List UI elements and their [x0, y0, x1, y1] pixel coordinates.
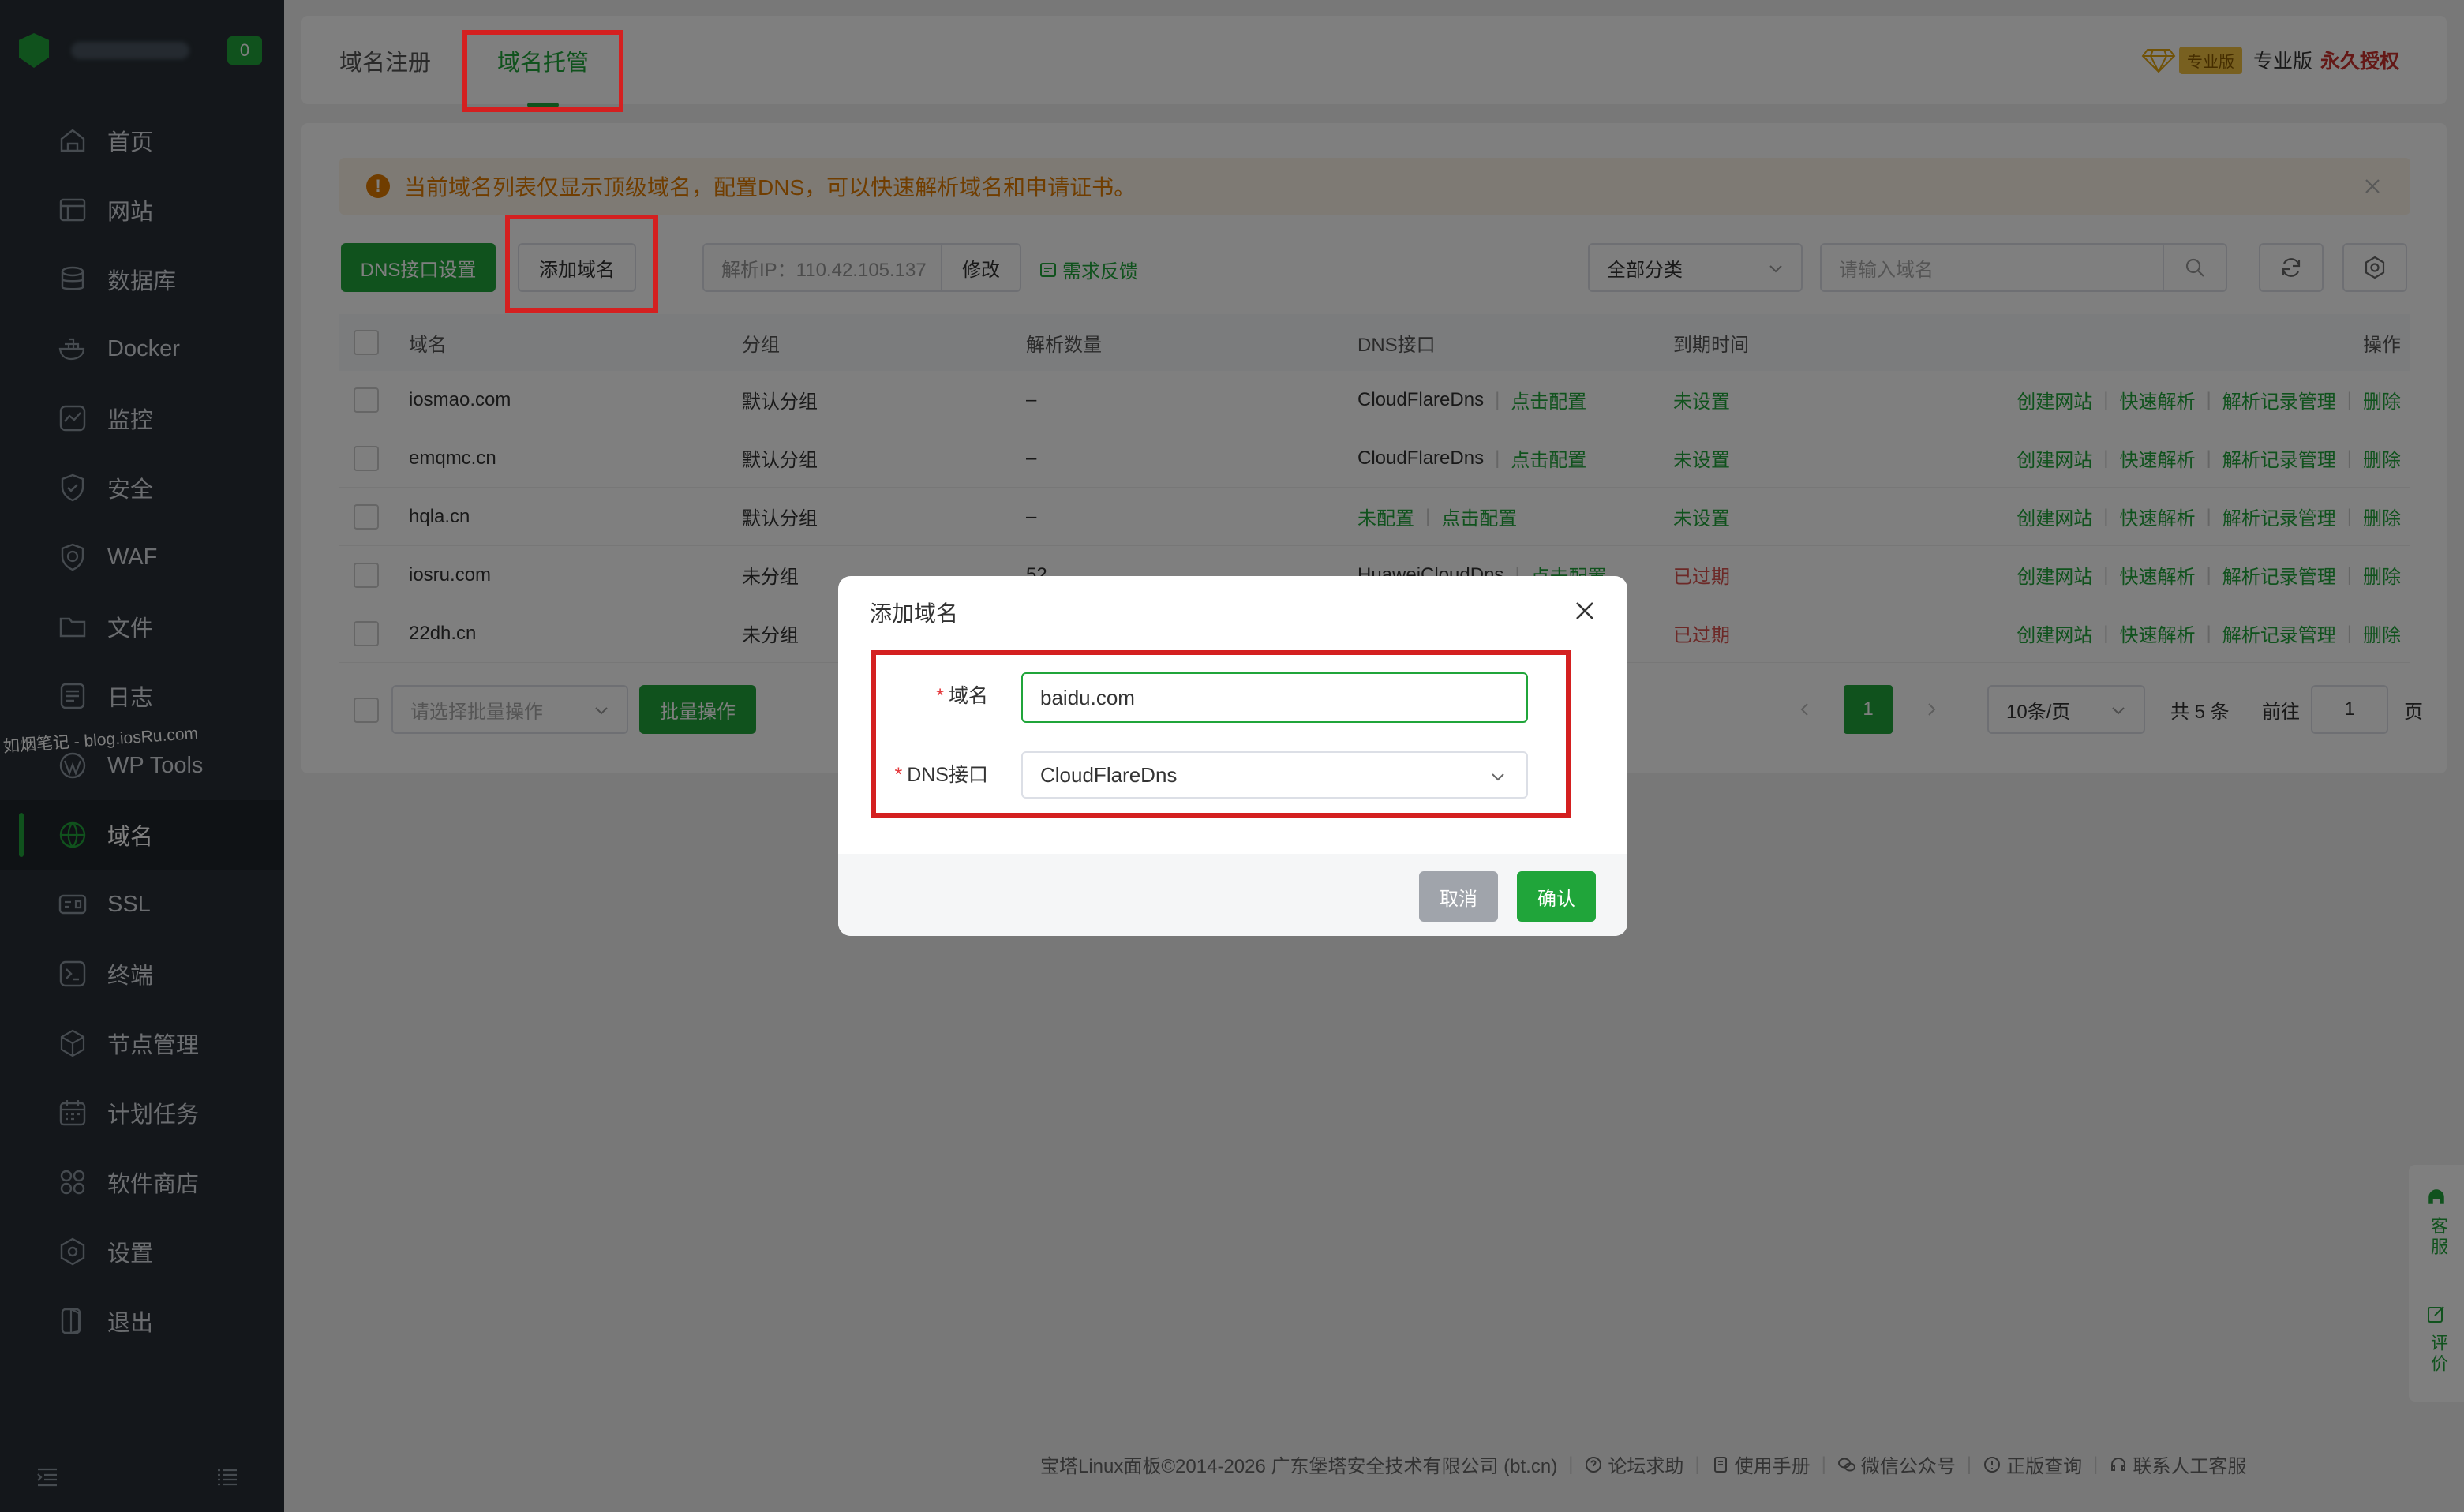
dialog-footer: 取消 确认: [838, 854, 1627, 936]
highlight-box-form: [871, 650, 1571, 818]
highlight-box-tab: [462, 30, 623, 112]
confirm-button[interactable]: 确认: [1517, 871, 1596, 922]
highlight-box-add-domain: [505, 215, 658, 313]
dialog-title: 添加域名: [870, 601, 959, 626]
cancel-button[interactable]: 取消: [1419, 871, 1498, 922]
close-icon[interactable]: [1571, 597, 1599, 625]
add-domain-dialog: 添加域名 * 域名 baidu.com * DNS接口 CloudFlareDns …: [838, 576, 1627, 936]
